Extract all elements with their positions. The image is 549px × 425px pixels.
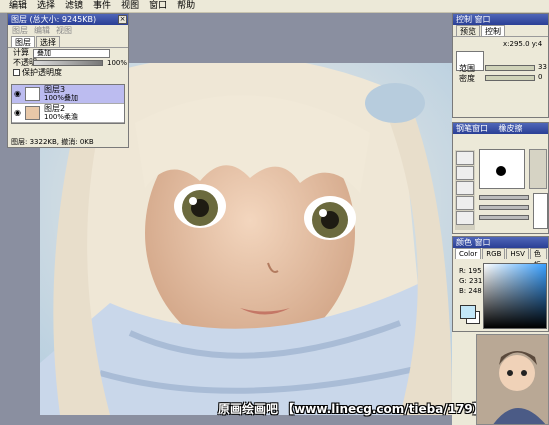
brush-preview: [479, 149, 525, 189]
color-tabs: Color RGB HSV 色板: [453, 248, 548, 269]
brush-density-slider[interactable]: [479, 205, 529, 210]
color-panel: 颜色 窗口 Color RGB HSV 色板 R: 195 G: 231 B: …: [452, 236, 549, 332]
brush-title: 钢笔窗口: [456, 124, 488, 133]
avatar-illustration: [477, 335, 548, 424]
eye-icon[interactable]: ◉: [14, 90, 22, 98]
tab-rgb[interactable]: RGB: [482, 248, 506, 259]
menu-filter[interactable]: 滤镜: [60, 0, 88, 13]
blend-mode-row: 计算 叠加: [8, 48, 128, 58]
opacity-slider[interactable]: [33, 60, 103, 66]
layer-thumbnail: [25, 106, 40, 120]
opacity-row: 不透明 100%: [8, 58, 128, 68]
layer-item[interactable]: ◉ 图层3 100%叠加: [12, 85, 124, 104]
tab-control[interactable]: 控制: [481, 25, 505, 36]
angle-value: 0: [538, 73, 543, 81]
menu-edit[interactable]: 编辑: [4, 0, 32, 13]
control-titlebar[interactable]: 控制 窗口: [453, 14, 548, 25]
layers-tabs: 图层 选择: [8, 36, 128, 48]
layers-menu-layer[interactable]: 图层: [12, 26, 28, 35]
green-value: G: 231: [459, 277, 483, 285]
layers-title: 图层 (总大小: 9245KB): [11, 15, 97, 24]
control-tabs: 预览 控制: [453, 25, 548, 37]
brush-size-slider[interactable]: [479, 195, 529, 200]
zoom-slider[interactable]: [485, 65, 535, 71]
tab-swatches[interactable]: 色板: [529, 248, 547, 269]
layer-name: 图层2: [44, 104, 66, 113]
layer-thumbnail: [25, 87, 40, 101]
layer-list: ◉ 图层3 100%叠加 ◉ 图层2 100%柔澹: [11, 84, 125, 124]
layer-mode: 100%叠加: [44, 94, 79, 102]
color-title: 颜色 窗口: [456, 238, 491, 247]
preserve-transparency-checkbox[interactable]: [13, 69, 20, 76]
zoom-value: 33: [538, 63, 547, 71]
brush-tool-list: [455, 150, 475, 230]
brush-dot-icon: [496, 166, 506, 176]
color-picker-field[interactable]: [483, 263, 547, 329]
tab-select[interactable]: 选择: [36, 36, 60, 47]
layer-name: 图层3: [44, 85, 66, 94]
layers-panel: 图层 (总大小: 9245KB) × 图层 编辑 视图 图层 选择 计算 叠加 …: [7, 13, 129, 148]
color-titlebar[interactable]: 颜色 窗口: [453, 237, 548, 248]
control-title: 控制 窗口: [456, 15, 491, 24]
brush-tool-pen[interactable]: [456, 151, 474, 165]
menu-event[interactable]: 事件: [88, 0, 116, 13]
menu-view[interactable]: 视图: [116, 0, 144, 13]
menu-help[interactable]: 帮助: [172, 0, 200, 13]
preserve-transparency-row: 保护透明度: [8, 68, 128, 78]
coordinate-readout: x:295.0 y:4: [503, 40, 543, 48]
brush-panel: 钢笔窗口 橡皮擦: [452, 122, 549, 234]
watermark-text: 原画绘画吧 【www.linecg.com/tieba/179】: [218, 402, 485, 416]
brush-tool-airbrush[interactable]: [456, 166, 474, 180]
layers-titlebar[interactable]: 图层 (总大小: 9245KB) ×: [8, 14, 128, 25]
avatar: [476, 334, 549, 425]
eye-icon[interactable]: ◉: [14, 109, 22, 117]
opacity-value: 100%: [107, 59, 128, 67]
layer-item[interactable]: ◉ 图层2 100%柔澹: [12, 104, 124, 123]
brush-tool-blur[interactable]: [456, 211, 474, 225]
brush-tool-water[interactable]: [456, 196, 474, 210]
tab-color[interactable]: Color: [455, 248, 482, 259]
layers-sub-menu: 图层 编辑 视图: [8, 25, 128, 36]
foreground-color-swatch[interactable]: [460, 305, 476, 319]
layers-menu-view[interactable]: 视图: [56, 26, 72, 35]
brush-tool-eraser[interactable]: [456, 181, 474, 195]
blue-value: B: 248: [459, 287, 482, 295]
brush-titlebar[interactable]: 钢笔窗口 橡皮擦: [453, 123, 548, 134]
angle-label: 密度: [459, 74, 475, 83]
tab-hsv[interactable]: HSV: [506, 248, 529, 259]
brush-pressure-curve[interactable]: [533, 193, 548, 229]
brush-side-controls[interactable]: [529, 149, 547, 189]
menu-select[interactable]: 选择: [32, 0, 60, 13]
red-value: R: 195: [459, 267, 482, 275]
close-icon[interactable]: ×: [118, 15, 127, 24]
tab-preview[interactable]: 预览: [456, 25, 480, 36]
menu-window[interactable]: 窗口: [144, 0, 172, 13]
layer-mode: 100%柔澹: [44, 113, 79, 121]
tab-layer[interactable]: 图层: [11, 36, 35, 47]
menu-bar: 编辑 选择 滤镜 事件 视图 窗口 帮助: [0, 0, 549, 13]
control-panel: 控制 窗口 预览 控制 x:295.0 y:4 范围 33 密度 0: [452, 13, 549, 118]
preserve-transparency-label: 保护透明度: [22, 68, 62, 77]
eraser-tab[interactable]: 橡皮擦: [499, 124, 523, 133]
layers-menu-edit[interactable]: 编辑: [34, 26, 50, 35]
angle-slider[interactable]: [485, 75, 535, 81]
blend-mode-label: 计算: [13, 48, 29, 57]
layers-status: 图层: 3322KB, 撤消: 0KB: [11, 138, 94, 146]
blend-mode-select[interactable]: 叠加: [33, 49, 110, 58]
brush-blend-slider[interactable]: [479, 215, 529, 220]
